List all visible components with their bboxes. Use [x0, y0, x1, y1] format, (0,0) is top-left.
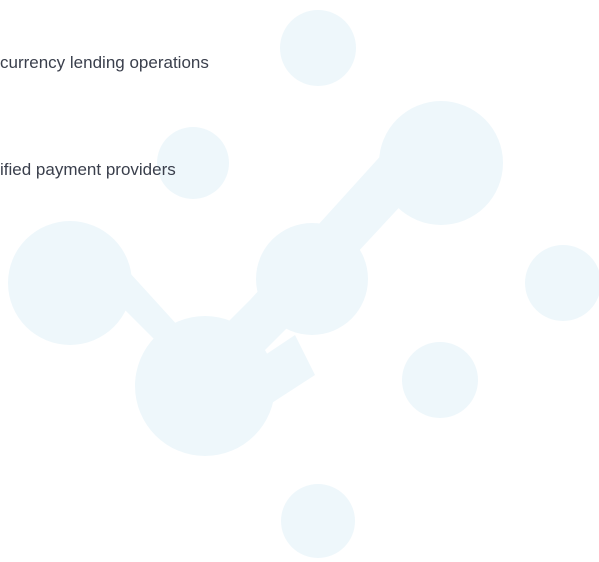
network-node — [8, 221, 132, 345]
network-node — [280, 10, 356, 86]
network-node — [402, 342, 478, 418]
network-node — [281, 484, 355, 558]
feature-text-currency-lending: currency lending operations — [0, 53, 209, 72]
network-node — [525, 245, 599, 321]
feature-text-payment-providers: ified payment providers — [0, 160, 176, 179]
network-node — [135, 316, 275, 456]
connected-circles-network-icon — [8, 10, 599, 558]
network-node — [256, 223, 368, 335]
network-node — [379, 101, 503, 225]
feature-section: currency lending operations ified paymen… — [0, 0, 599, 562]
